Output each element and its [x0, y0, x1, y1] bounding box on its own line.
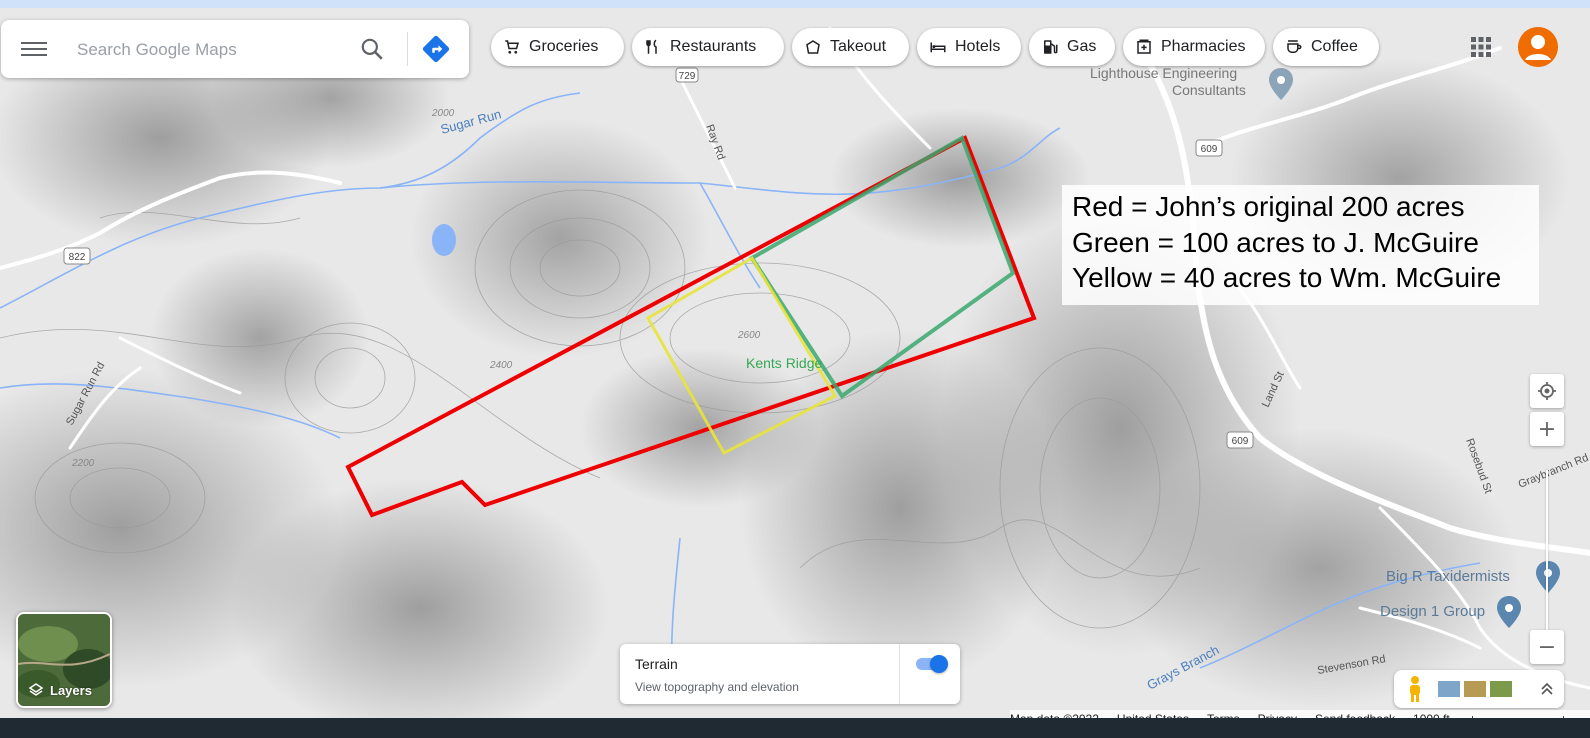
divider — [899, 644, 900, 704]
fork-knife-icon — [646, 39, 657, 54]
chip-groceries[interactable]: Groceries — [491, 28, 624, 66]
directions-icon[interactable] — [421, 34, 451, 64]
terrain-card[interactable]: Terrain View topography and elevation — [620, 644, 960, 704]
pharmacy-icon — [1137, 39, 1151, 54]
menu-icon[interactable] — [21, 39, 47, 59]
bookmarks-bar — [0, 0, 1590, 8]
chevron-up-icon[interactable] — [1540, 682, 1554, 696]
pegman-icon[interactable] — [1406, 675, 1424, 703]
terrain-subtitle: View topography and elevation — [635, 680, 799, 694]
chip-pharmacies[interactable]: Pharmacies — [1123, 28, 1265, 66]
route-shield-609-a: 609 — [1195, 139, 1223, 157]
imagery-thumb-3[interactable] — [1490, 681, 1512, 697]
plus-icon: + — [1537, 416, 1557, 442]
bed-icon — [930, 42, 946, 53]
label-contour-2400: 2400 — [489, 360, 513, 371]
imagery-thumb-1[interactable] — [1438, 681, 1460, 697]
divider — [407, 32, 408, 66]
svg-text:609: 609 — [1201, 144, 1218, 155]
zoom-out-button[interactable]: − — [1530, 630, 1564, 664]
label-kents-ridge[interactable]: Kents Ridge — [746, 355, 822, 371]
search-input[interactable] — [75, 34, 349, 66]
coffee-icon — [1287, 40, 1302, 53]
label-contour-2600: 2600 — [737, 330, 761, 341]
account-avatar[interactable] — [1518, 27, 1558, 67]
svg-text:609: 609 — [1232, 436, 1249, 447]
legend-line-yellow: Yellow = 40 acres to Wm. McGuire — [1072, 262, 1502, 293]
svg-text:Lighthouse Engineering: Lighthouse Engineering — [1090, 65, 1237, 81]
pond — [432, 224, 456, 256]
imagery-thumb-2[interactable] — [1464, 681, 1486, 697]
street-view-bar[interactable] — [1394, 670, 1564, 708]
chip-takeout[interactable]: Takeout — [792, 28, 909, 66]
zoom-in-button[interactable]: + — [1530, 412, 1564, 446]
chip-restaurants[interactable]: Restaurants — [632, 28, 784, 66]
minus-icon: − — [1537, 634, 1557, 660]
map-canvas[interactable]: 729 822 609 609 Sugar Run Sugar Run Rd R… — [0, 8, 1590, 718]
label-contour-2000: 2000 — [431, 108, 455, 119]
os-taskbar — [0, 718, 1590, 738]
chip-label: Hotels — [955, 38, 1001, 55]
chip-label: Pharmacies — [1161, 38, 1246, 55]
chip-coffee[interactable]: Coffee — [1273, 28, 1379, 66]
parcel-legend: Red = John’s original 200 acres Green = … — [1062, 185, 1539, 305]
terrain-title: Terrain — [635, 656, 678, 672]
apps-grid-icon[interactable] — [1470, 36, 1492, 58]
my-location-button[interactable] — [1530, 374, 1564, 408]
layers-label: Layers — [28, 682, 92, 698]
route-shield-609-b: 609 — [1226, 431, 1254, 449]
svg-text:Design 1 Group: Design 1 Group — [1380, 603, 1485, 620]
route-shield-822: 822 — [63, 247, 91, 265]
legend-line-green: Green = 100 acres to J. McGuire — [1072, 226, 1479, 258]
chip-label: Takeout — [830, 38, 887, 55]
zoom-slider-track[interactable] — [1546, 470, 1548, 630]
chip-label: Gas — [1067, 38, 1097, 55]
legend-line-red: Red = John’s original 200 acres — [1072, 191, 1465, 222]
search-icon[interactable] — [359, 36, 385, 62]
svg-text:Consultants: Consultants — [1172, 82, 1246, 98]
search-box[interactable] — [1, 20, 469, 78]
label-contour-2200: 2200 — [71, 458, 95, 469]
chip-hotels[interactable]: Hotels — [917, 28, 1021, 66]
gas-pump-icon — [1044, 40, 1058, 54]
layers-icon — [28, 683, 44, 696]
chip-gas[interactable]: Gas — [1029, 28, 1115, 66]
chip-label: Restaurants — [670, 38, 757, 55]
chip-label: Groceries — [529, 38, 599, 55]
takeout-icon — [806, 40, 820, 54]
terrain-toggle[interactable] — [914, 655, 948, 673]
svg-text:Big R Taxidermists: Big R Taxidermists — [1386, 568, 1510, 585]
route-shield-729: 729 — [675, 67, 699, 83]
layers-button[interactable]: Layers — [16, 612, 112, 708]
svg-text:729: 729 — [679, 71, 696, 82]
crosshair-icon — [1538, 382, 1556, 400]
chip-label: Coffee — [1311, 38, 1358, 55]
svg-text:822: 822 — [69, 252, 86, 263]
cart-icon — [505, 40, 519, 54]
